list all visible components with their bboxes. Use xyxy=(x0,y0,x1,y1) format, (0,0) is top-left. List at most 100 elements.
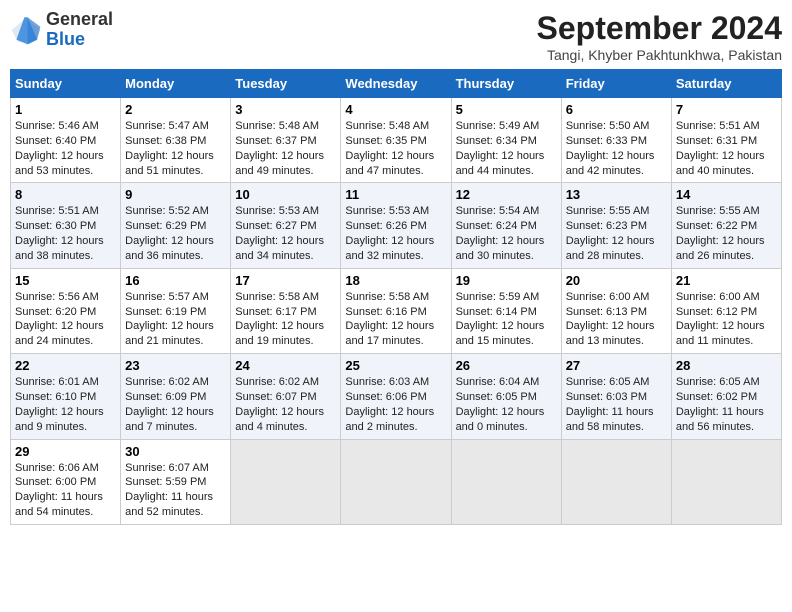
day-number: 30 xyxy=(125,444,226,459)
table-row: 21Sunrise: 6:00 AM Sunset: 6:12 PM Dayli… xyxy=(671,268,781,353)
table-row: 8 Sunrise: 5:51 AM Sunset: 6:30 PM Daylig… xyxy=(11,183,121,268)
table-row: 23 Sunrise: 6:02 AM Sunset: 6:09 PM Dayli… xyxy=(121,354,231,439)
day-number: 6 xyxy=(566,102,667,117)
table-row: 3 Sunrise: 5:48 AM Sunset: 6:37 PM Daylig… xyxy=(231,98,341,183)
day-number: 19 xyxy=(456,273,557,288)
logo: General Blue xyxy=(10,10,113,50)
day-number: 20 xyxy=(566,273,667,288)
day-number: 18 xyxy=(345,273,446,288)
day-number: 7 xyxy=(676,102,777,117)
day-number: 27 xyxy=(566,358,667,373)
day-number: 29 xyxy=(15,444,116,459)
day-number: 1 xyxy=(15,102,116,117)
day-number: 14 xyxy=(676,187,777,202)
day-number: 17 xyxy=(235,273,336,288)
day-number: 12 xyxy=(456,187,557,202)
logo-text: General Blue xyxy=(46,10,113,50)
calendar-header-row: Sunday Monday Tuesday Wednesday Thursday… xyxy=(11,70,782,98)
day-number: 23 xyxy=(125,358,226,373)
day-info: Sunrise: 6:01 AM Sunset: 6:10 PM Dayligh… xyxy=(15,375,116,434)
day-info: Sunrise: 5:55 AM Sunset: 6:22 PM Dayligh… xyxy=(676,204,777,263)
day-number: 13 xyxy=(566,187,667,202)
table-row: 29Sunrise: 6:06 AM Sunset: 6:00 PM Dayli… xyxy=(11,439,121,524)
day-number: 4 xyxy=(345,102,446,117)
col-saturday: Saturday xyxy=(671,70,781,98)
month-title: September 2024 xyxy=(537,10,782,47)
table-row: 2 Sunrise: 5:47 AM Sunset: 6:38 PM Daylig… xyxy=(121,98,231,183)
table-row: 22 Sunrise: 6:01 AM Sunset: 6:10 PM Dayli… xyxy=(11,354,121,439)
calendar-table: Sunday Monday Tuesday Wednesday Thursday… xyxy=(10,69,782,525)
table-row: 7 Sunrise: 5:51 AM Sunset: 6:31 PM Daylig… xyxy=(671,98,781,183)
table-row: 18 Sunrise: 5:58 AM Sunset: 6:16 PM Dayli… xyxy=(341,268,451,353)
day-info: Sunrise: 5:51 AM Sunset: 6:30 PM Dayligh… xyxy=(15,204,116,263)
calendar-row-2: 8 Sunrise: 5:51 AM Sunset: 6:30 PM Daylig… xyxy=(11,183,782,268)
page-header: General Blue September 2024 Tangi, Khybe… xyxy=(10,10,782,63)
table-row: 6 Sunrise: 5:50 AM Sunset: 6:33 PM Daylig… xyxy=(561,98,671,183)
table-row: 20 Sunrise: 6:00 AM Sunset: 6:13 PM Dayli… xyxy=(561,268,671,353)
table-row: 17Sunrise: 5:58 AM Sunset: 6:17 PM Dayli… xyxy=(231,268,341,353)
table-row: 13 Sunrise: 5:55 AM Sunset: 6:23 PM Dayli… xyxy=(561,183,671,268)
day-info: Sunrise: 6:05 AM Sunset: 6:03 PM Dayligh… xyxy=(566,375,667,434)
table-row: 4Sunrise: 5:48 AM Sunset: 6:35 PM Daylig… xyxy=(341,98,451,183)
day-info: Sunrise: 6:04 AM Sunset: 6:05 PM Dayligh… xyxy=(456,375,557,434)
day-info: Sunrise: 5:57 AM Sunset: 6:19 PM Dayligh… xyxy=(125,290,226,349)
table-row xyxy=(451,439,561,524)
table-row: 30 Sunrise: 6:07 AM Sunset: 5:59 PM Dayli… xyxy=(121,439,231,524)
table-row xyxy=(341,439,451,524)
table-row: 24Sunrise: 6:02 AM Sunset: 6:07 PM Dayli… xyxy=(231,354,341,439)
calendar-row-4: 22 Sunrise: 6:01 AM Sunset: 6:10 PM Dayli… xyxy=(11,354,782,439)
day-number: 22 xyxy=(15,358,116,373)
logo-icon xyxy=(10,14,42,46)
table-row: 12 Sunrise: 5:54 AM Sunset: 6:24 PM Dayli… xyxy=(451,183,561,268)
table-row: 10 Sunrise: 5:53 AM Sunset: 6:27 PM Dayli… xyxy=(231,183,341,268)
day-number: 2 xyxy=(125,102,226,117)
day-number: 8 xyxy=(15,187,116,202)
table-row: 19Sunrise: 5:59 AM Sunset: 6:14 PM Dayli… xyxy=(451,268,561,353)
col-tuesday: Tuesday xyxy=(231,70,341,98)
day-info: Sunrise: 6:07 AM Sunset: 5:59 PM Dayligh… xyxy=(125,461,226,520)
logo-general: General xyxy=(46,9,113,29)
table-row: 5Sunrise: 5:49 AM Sunset: 6:34 PM Daylig… xyxy=(451,98,561,183)
day-number: 3 xyxy=(235,102,336,117)
day-info: Sunrise: 5:58 AM Sunset: 6:16 PM Dayligh… xyxy=(345,290,446,349)
day-number: 26 xyxy=(456,358,557,373)
table-row: 9 Sunrise: 5:52 AM Sunset: 6:29 PM Daylig… xyxy=(121,183,231,268)
calendar-row-1: 1Sunrise: 5:46 AM Sunset: 6:40 PM Daylig… xyxy=(11,98,782,183)
col-monday: Monday xyxy=(121,70,231,98)
day-info: Sunrise: 5:48 AM Sunset: 6:37 PM Dayligh… xyxy=(235,119,336,178)
day-info: Sunrise: 5:47 AM Sunset: 6:38 PM Dayligh… xyxy=(125,119,226,178)
day-number: 25 xyxy=(345,358,446,373)
day-number: 21 xyxy=(676,273,777,288)
table-row: 27 Sunrise: 6:05 AM Sunset: 6:03 PM Dayli… xyxy=(561,354,671,439)
day-info: Sunrise: 5:51 AM Sunset: 6:31 PM Dayligh… xyxy=(676,119,777,178)
day-number: 9 xyxy=(125,187,226,202)
day-info: Sunrise: 5:53 AM Sunset: 6:26 PM Dayligh… xyxy=(345,204,446,263)
day-number: 10 xyxy=(235,187,336,202)
table-row xyxy=(671,439,781,524)
day-number: 15 xyxy=(15,273,116,288)
day-info: Sunrise: 5:55 AM Sunset: 6:23 PM Dayligh… xyxy=(566,204,667,263)
table-row: 15 Sunrise: 5:56 AM Sunset: 6:20 PM Dayli… xyxy=(11,268,121,353)
day-info: Sunrise: 5:52 AM Sunset: 6:29 PM Dayligh… xyxy=(125,204,226,263)
logo-blue: Blue xyxy=(46,29,85,49)
day-number: 5 xyxy=(456,102,557,117)
day-number: 11 xyxy=(345,187,446,202)
title-block: September 2024 Tangi, Khyber Pakhtunkhwa… xyxy=(537,10,782,63)
location: Tangi, Khyber Pakhtunkhwa, Pakistan xyxy=(537,47,782,63)
table-row xyxy=(231,439,341,524)
day-info: Sunrise: 5:50 AM Sunset: 6:33 PM Dayligh… xyxy=(566,119,667,178)
calendar-row-5: 29Sunrise: 6:06 AM Sunset: 6:00 PM Dayli… xyxy=(11,439,782,524)
day-info: Sunrise: 6:02 AM Sunset: 6:09 PM Dayligh… xyxy=(125,375,226,434)
day-info: Sunrise: 6:03 AM Sunset: 6:06 PM Dayligh… xyxy=(345,375,446,434)
col-wednesday: Wednesday xyxy=(341,70,451,98)
table-row: 11 Sunrise: 5:53 AM Sunset: 6:26 PM Dayli… xyxy=(341,183,451,268)
calendar-row-3: 15 Sunrise: 5:56 AM Sunset: 6:20 PM Dayli… xyxy=(11,268,782,353)
table-row: 28Sunrise: 6:05 AM Sunset: 6:02 PM Dayli… xyxy=(671,354,781,439)
day-info: Sunrise: 5:53 AM Sunset: 6:27 PM Dayligh… xyxy=(235,204,336,263)
table-row: 25 Sunrise: 6:03 AM Sunset: 6:06 PM Dayli… xyxy=(341,354,451,439)
day-info: Sunrise: 6:05 AM Sunset: 6:02 PM Dayligh… xyxy=(676,375,777,434)
col-friday: Friday xyxy=(561,70,671,98)
day-info: Sunrise: 5:54 AM Sunset: 6:24 PM Dayligh… xyxy=(456,204,557,263)
day-info: Sunrise: 6:00 AM Sunset: 6:13 PM Dayligh… xyxy=(566,290,667,349)
day-info: Sunrise: 5:56 AM Sunset: 6:20 PM Dayligh… xyxy=(15,290,116,349)
